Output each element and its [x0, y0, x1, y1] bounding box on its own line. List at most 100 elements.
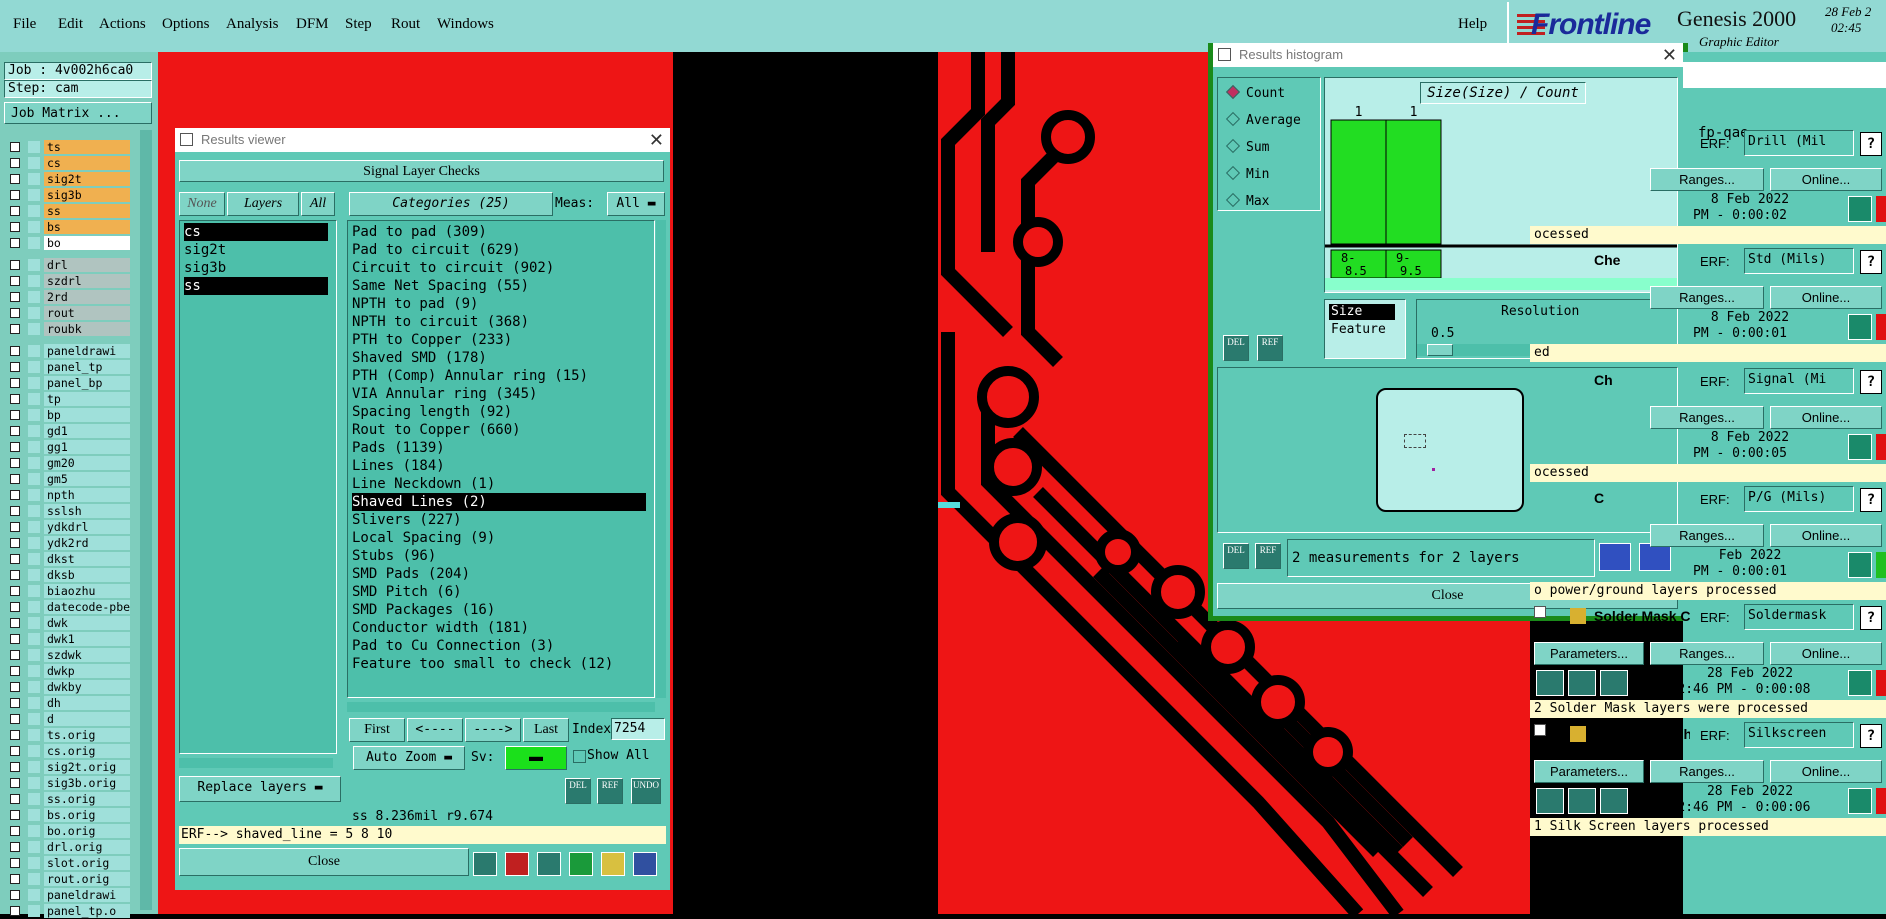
menu-analysis[interactable]: Analysis [226, 16, 279, 33]
layer-color-swatch[interactable] [28, 601, 40, 613]
layer-color-swatch[interactable] [28, 291, 40, 303]
category-item[interactable]: Spacing length (92) [352, 403, 646, 421]
layer-checkbox[interactable] [10, 260, 20, 270]
layer-row[interactable]: gm5 [6, 472, 154, 487]
erf-value[interactable]: Silkscreen [1744, 722, 1854, 748]
undo-button[interactable]: UNDO [631, 778, 661, 804]
category-item[interactable]: Pad to pad (309) [352, 223, 646, 241]
run-tool-icon[interactable] [1568, 670, 1596, 696]
layer-checkbox[interactable] [10, 890, 20, 900]
meas-select[interactable]: All ▬ [607, 192, 665, 216]
layer-checkbox[interactable] [10, 174, 20, 184]
cross-icon[interactable] [537, 852, 561, 876]
layer-row[interactable]: dwk [6, 616, 154, 631]
layer-checkbox[interactable] [10, 458, 20, 468]
layer-row[interactable]: dwkby [6, 680, 154, 695]
layer-color-swatch[interactable] [28, 441, 40, 453]
feature-option[interactable]: Feature [1329, 322, 1386, 337]
online-button[interactable]: Online... [1770, 406, 1882, 429]
online-button[interactable]: Online... [1770, 524, 1882, 547]
last-button[interactable]: Last [523, 718, 569, 742]
layer-checkbox[interactable] [10, 554, 20, 564]
results-viewer-titlebar[interactable]: Results viewer ✕ [175, 128, 670, 152]
layers-button[interactable]: Layers [227, 192, 299, 216]
layers-list[interactable]: cs sig2t sig3b ss [179, 220, 337, 754]
show-all-checkbox[interactable] [573, 750, 586, 763]
layer-row[interactable]: bo.orig [6, 824, 154, 839]
menu-file[interactable]: File [13, 16, 36, 33]
layer-color-swatch[interactable] [28, 323, 40, 335]
layer-checkbox[interactable] [10, 906, 20, 916]
layer-row[interactable]: drl [6, 258, 154, 273]
radio-count[interactable]: Count [1225, 84, 1285, 101]
layer-color-swatch[interactable] [28, 473, 40, 485]
category-item[interactable]: Line Neckdown (1) [352, 475, 646, 493]
layer-color-swatch[interactable] [28, 553, 40, 565]
layer-checkbox[interactable] [10, 794, 20, 804]
layer-checkbox[interactable] [10, 602, 20, 612]
sv-color-select[interactable]: ▬ [505, 746, 567, 770]
layer-row[interactable]: drl.orig [6, 840, 154, 855]
layer-color-swatch[interactable] [28, 617, 40, 629]
layer-color-swatch[interactable] [28, 259, 40, 271]
layer-row[interactable]: sig3b [6, 188, 154, 203]
layer-row[interactable]: rout [6, 306, 154, 321]
erf-value[interactable]: Signal (Mi [1744, 368, 1854, 394]
layer-row[interactable]: panel_tp [6, 360, 154, 375]
radio-max[interactable]: Max [1225, 192, 1269, 209]
layer-row[interactable]: sslsh [6, 504, 154, 519]
layer-color-swatch[interactable] [28, 793, 40, 805]
layer-color-swatch[interactable] [28, 457, 40, 469]
menu-dfm[interactable]: DFM [296, 16, 329, 33]
layer-row[interactable]: sig2t [6, 172, 154, 187]
layer-color-swatch[interactable] [28, 409, 40, 421]
layer-checkbox[interactable] [10, 858, 20, 868]
category-item[interactable]: Stubs (96) [352, 547, 646, 565]
layer-checkbox[interactable] [10, 538, 20, 548]
layer-checkbox[interactable] [10, 618, 20, 628]
ranges-button[interactable]: Ranges... [1650, 286, 1764, 309]
none-button[interactable]: None [179, 192, 225, 216]
menu-actions[interactable]: Actions [99, 16, 146, 33]
chart-hscrollbar[interactable] [1325, 278, 1677, 290]
layer-checkbox[interactable] [10, 378, 20, 388]
layer-row[interactable]: bs [6, 220, 154, 235]
layer-color-swatch[interactable] [28, 841, 40, 853]
ranges-button[interactable]: Ranges... [1650, 642, 1764, 665]
layer-checkbox[interactable] [10, 506, 20, 516]
histogram-bar[interactable] [1385, 119, 1442, 245]
radio-min[interactable]: Min [1225, 165, 1269, 182]
layer-checkbox[interactable] [10, 778, 20, 788]
layers-hscrollbar[interactable] [179, 758, 333, 768]
zoom-icon[interactable] [1848, 670, 1872, 696]
category-item[interactable]: NPTH to pad (9) [352, 295, 646, 313]
layer-checkbox[interactable] [10, 474, 20, 484]
layer-color-swatch[interactable] [28, 873, 40, 885]
zoom-icon[interactable] [1848, 314, 1872, 340]
layer-row[interactable]: npth [6, 488, 154, 503]
layer-color-swatch[interactable] [28, 585, 40, 597]
layer-checkbox[interactable] [10, 810, 20, 820]
layer-color-swatch[interactable] [28, 141, 40, 153]
layer-color-swatch[interactable] [28, 189, 40, 201]
categories-hscrollbar[interactable] [347, 702, 655, 712]
board-preview[interactable] [1376, 388, 1524, 512]
online-button[interactable]: Online... [1770, 642, 1882, 665]
layer-color-swatch[interactable] [28, 649, 40, 661]
layer-checkbox[interactable] [10, 698, 20, 708]
layer-row[interactable]: paneldrawi [6, 344, 154, 359]
layer-row[interactable]: cs [6, 156, 154, 171]
layer-checkbox[interactable] [10, 324, 20, 334]
zoom-in-icon[interactable] [1599, 543, 1631, 571]
layer-color-swatch[interactable] [28, 307, 40, 319]
layer-row[interactable]: slot.orig [6, 856, 154, 871]
hist-ref2-button[interactable]: REF [1255, 543, 1281, 569]
layer-row[interactable]: bp [6, 408, 154, 423]
layer-checkbox[interactable] [10, 158, 20, 168]
zoom-icon[interactable] [1848, 434, 1872, 460]
layer-row[interactable]: cs.orig [6, 744, 154, 759]
layer-color-swatch[interactable] [28, 157, 40, 169]
categories-list[interactable]: Pad to pad (309) Pad to circuit (629) Circ… [347, 220, 655, 698]
category-item[interactable]: Pad to Cu Connection (3) [352, 637, 646, 655]
layer-color-swatch[interactable] [28, 569, 40, 581]
